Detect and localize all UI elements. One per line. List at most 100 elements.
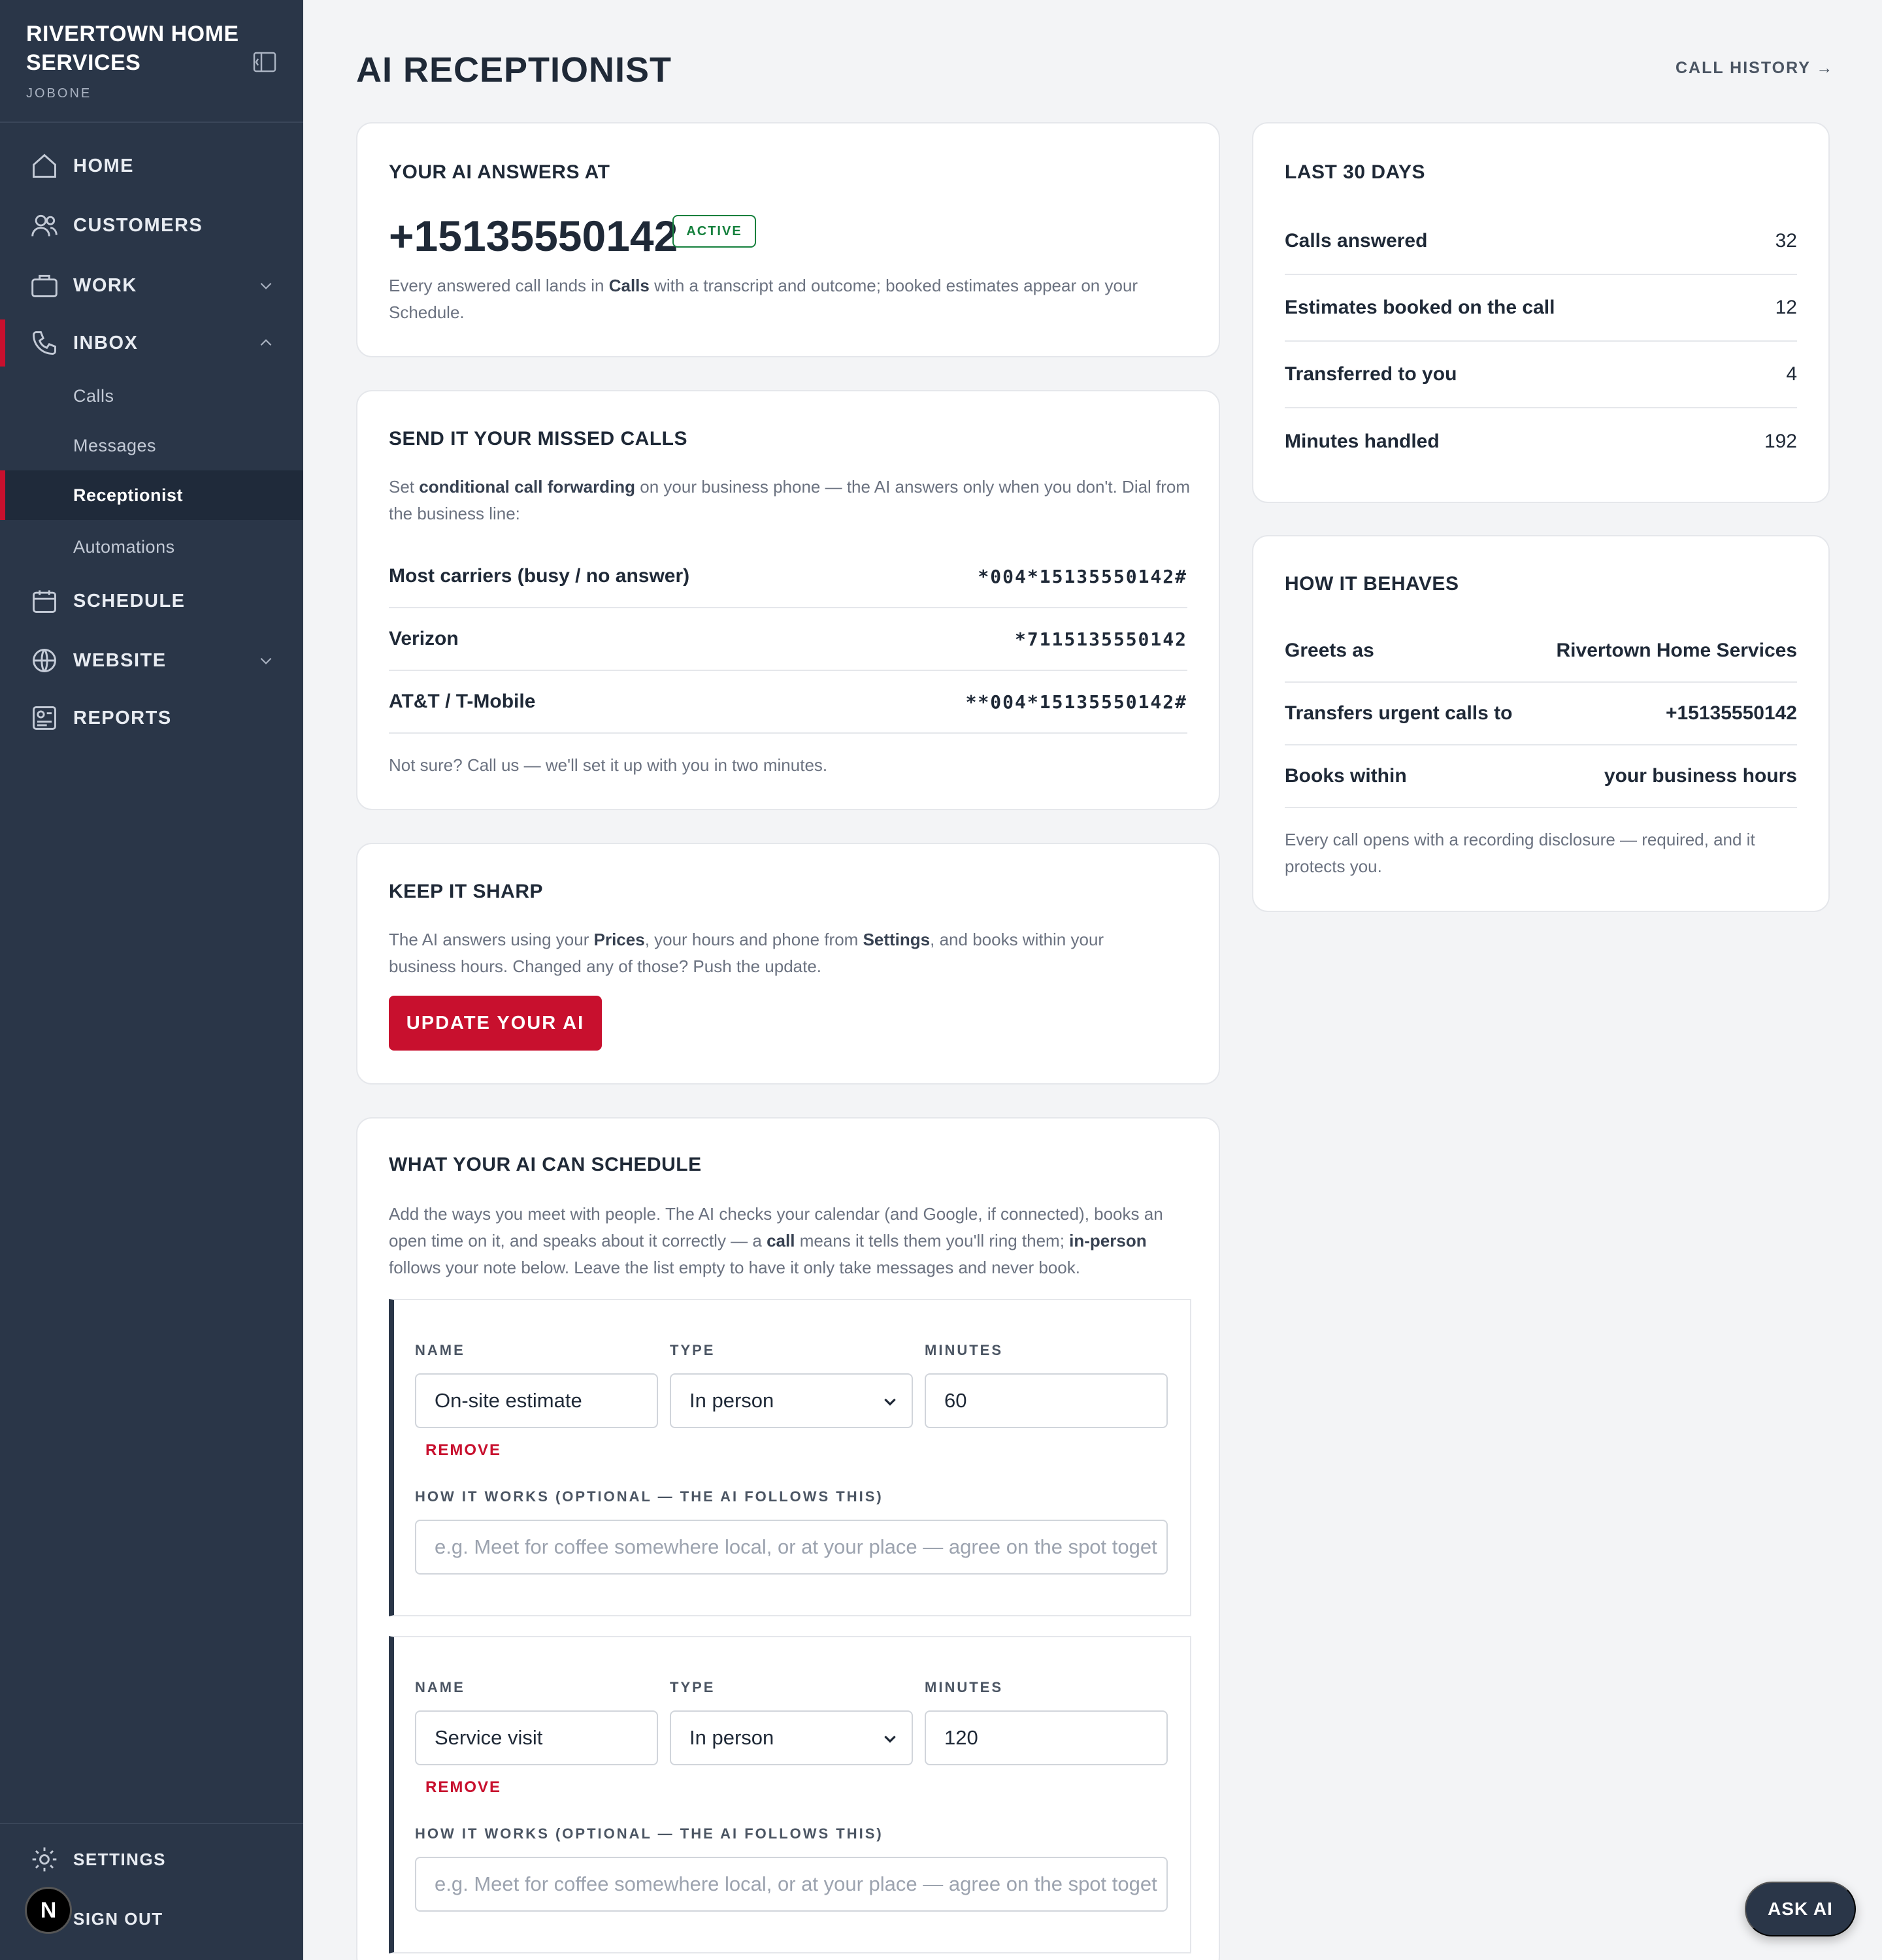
missed-calls-footer: Not sure? Call us — we'll set it up with… [389, 755, 828, 775]
sidebar-item-messages[interactable]: Messages [0, 421, 303, 470]
schedule-card: WHAT YOUR AI CAN SCHEDULE Add the ways y… [356, 1117, 1220, 1960]
nav-settings-label: SETTINGS [73, 1849, 167, 1869]
missed-calls-title: SEND IT YOUR MISSED CALLS [389, 428, 687, 449]
keep-sharp-desc: The AI answers using your Prices, your h… [389, 926, 1173, 980]
stat-value: 32 [1775, 230, 1797, 252]
nav-schedule[interactable]: SCHEDULE [0, 575, 303, 627]
stat-row: Estimates booked on the call 12 [1285, 275, 1797, 342]
phone-icon [33, 331, 56, 355]
nav-home[interactable]: HOME [0, 140, 303, 192]
schedule-card-title: WHAT YOUR AI CAN SCHEDULE [389, 1154, 702, 1175]
sidebar-item-automations[interactable]: Automations [0, 522, 303, 572]
type-label: TYPE [670, 1679, 716, 1695]
type-label: TYPE [670, 1342, 716, 1358]
sidebar-item-calls[interactable]: Calls [0, 371, 303, 421]
how-it-works-label: HOW IT WORKS (OPTIONAL — THE AI FOLLOWS … [415, 1488, 883, 1505]
brand: RIVERTOWN HOME SERVICES JOBONE [26, 20, 248, 101]
minutes-label: MINUTES [925, 1679, 1003, 1695]
chevron-down-icon [884, 1398, 896, 1406]
brand-divider [0, 122, 303, 123]
page-title: AI RECEPTIONIST [356, 50, 672, 90]
calendar-icon [33, 590, 56, 613]
stat-value: 192 [1764, 431, 1797, 452]
nav-website-label: WEBSITE [73, 649, 167, 671]
desc-bold: conditional call forwarding [419, 477, 636, 497]
carrier-label: Verizon [389, 628, 459, 649]
desc-text: Every answered call lands in [389, 276, 609, 295]
service-type-select[interactable]: In person [670, 1710, 913, 1765]
nav-customers-label: CUSTOMERS [73, 214, 203, 236]
behaves-label: Transfers urgent calls to [1285, 702, 1513, 724]
answers-card-title: YOUR AI ANSWERS AT [389, 161, 610, 183]
behaves-row: Books within your business hours [1285, 745, 1797, 808]
selected-type: In person [689, 1389, 774, 1412]
stat-row: Transferred to you 4 [1285, 342, 1797, 408]
forward-code[interactable]: *7115135550142 [1015, 629, 1187, 650]
behaves-row: Transfers urgent calls to +15135550142 [1285, 683, 1797, 745]
nav-settings[interactable]: SETTINGS [0, 1833, 303, 1886]
desc-text: , your hours and phone from [644, 930, 863, 949]
behaves-value: Rivertown Home Services [1556, 640, 1797, 661]
desc-bold: in-person [1069, 1231, 1147, 1250]
nav-reports-label: REPORTS [73, 707, 172, 728]
chevron-up-icon [260, 339, 272, 346]
name-label: NAME [415, 1342, 465, 1358]
globe-icon [33, 649, 56, 672]
service-item: NAME TYPE MINUTES On-site estimate In pe… [389, 1299, 1191, 1616]
carrier-label: Most carriers (busy / no answer) [389, 565, 690, 587]
nav-sign-out-label: SIGN OUT [73, 1908, 163, 1929]
update-ai-button[interactable]: UPDATE YOUR AI [389, 996, 602, 1051]
remove-service-button[interactable]: REMOVE [425, 1778, 501, 1797]
nav-work-label: WORK [73, 274, 137, 296]
nav-inbox[interactable]: INBOX [0, 317, 303, 369]
chevron-down-icon [260, 657, 272, 664]
behaves-card: HOW IT BEHAVES Greets as Rivertown Home … [1252, 535, 1830, 912]
brand-name: RIVERTOWN HOME SERVICES [26, 22, 239, 75]
stats-card: LAST 30 DAYS Calls answered 32 Estimates… [1252, 122, 1830, 503]
stat-value: 12 [1775, 297, 1797, 318]
desc-text: means it tells them you'll ring them; [795, 1231, 1070, 1250]
answers-card: YOUR AI ANSWERS AT +15135550142 ACTIVE E… [356, 122, 1220, 357]
sidebar: RIVERTOWN HOME SERVICES JOBONE HOME CUST… [0, 0, 303, 1960]
sidebar-collapse-icon[interactable] [252, 51, 277, 73]
how-it-works-label: HOW IT WORKS (OPTIONAL — THE AI FOLLOWS … [415, 1825, 883, 1842]
sidebar-item-label: Messages [73, 435, 157, 455]
how-it-works-input[interactable]: e.g. Meet for coffee somewhere local, or… [415, 1857, 1168, 1912]
sidebar-item-receptionist[interactable]: Receptionist [0, 470, 303, 520]
nav-inbox-label: INBOX [73, 332, 139, 353]
nav-reports[interactable]: REPORTS [0, 692, 303, 744]
nav-work[interactable]: WORK [0, 259, 303, 312]
nav-customers[interactable]: CUSTOMERS [0, 199, 303, 252]
service-name-input[interactable]: On-site estimate [415, 1373, 658, 1428]
forward-row-most: Most carriers (busy / no answer) *004*15… [389, 546, 1187, 608]
service-name-input[interactable]: Service visit [415, 1710, 658, 1765]
service-minutes-input[interactable]: 120 [925, 1710, 1168, 1765]
service-minutes-input[interactable]: 60 [925, 1373, 1168, 1428]
ask-ai-button[interactable]: ASK AI [1745, 1882, 1856, 1936]
service-item: NAME TYPE MINUTES Service visit In perso… [389, 1636, 1191, 1953]
how-it-works-input[interactable]: e.g. Meet for coffee somewhere local, or… [415, 1520, 1168, 1575]
brand-sub: JOBONE [26, 86, 92, 101]
answers-card-desc: Every answered call lands in Calls with … [389, 272, 1193, 326]
nav-schedule-label: SCHEDULE [73, 590, 186, 612]
avatar[interactable]: N [25, 1887, 72, 1934]
call-history-link[interactable]: CALL HISTORY → [1676, 59, 1834, 78]
home-icon [33, 154, 56, 178]
desc-text: follows your note below. Leave the list … [389, 1258, 1080, 1277]
carrier-label: AT&T / T-Mobile [389, 691, 536, 712]
remove-service-button[interactable]: REMOVE [425, 1441, 501, 1460]
forward-row-att: AT&T / T-Mobile **004*15135550142# [389, 671, 1187, 734]
forward-code[interactable]: **004*15135550142# [966, 691, 1187, 713]
nav-website[interactable]: WEBSITE [0, 634, 303, 687]
chevron-down-icon [884, 1735, 896, 1743]
name-label: NAME [415, 1679, 465, 1695]
minutes-label: MINUTES [925, 1342, 1003, 1358]
stat-label: Transferred to you [1285, 363, 1457, 385]
service-type-select[interactable]: In person [670, 1373, 913, 1428]
forward-code[interactable]: *004*15135550142# [978, 566, 1187, 587]
calls-link-text: Calls [608, 276, 650, 295]
bottom-divider [0, 1823, 303, 1824]
sidebar-item-label: Calls [73, 385, 114, 406]
stat-label: Calls answered [1285, 230, 1428, 252]
nav-home-label: HOME [73, 155, 134, 176]
